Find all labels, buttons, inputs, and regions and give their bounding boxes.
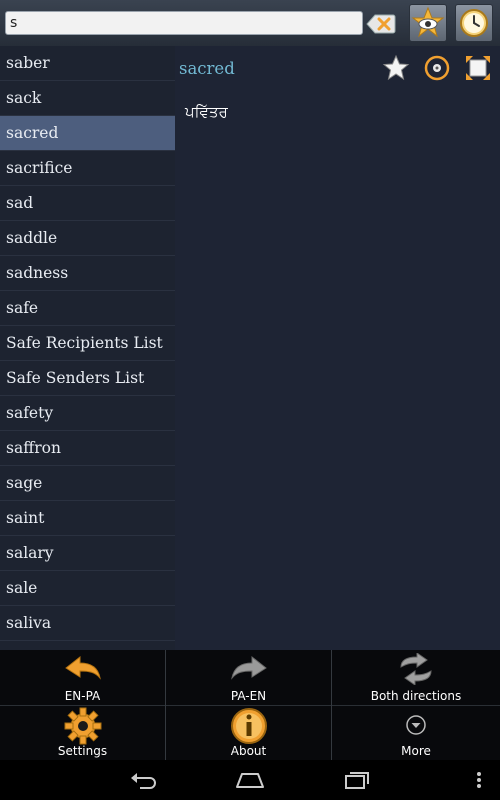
en-pa-label: EN-PA: [64, 689, 101, 703]
settings-button[interactable]: Settings: [0, 705, 166, 760]
gear-icon: [64, 707, 101, 745]
recent-apps-icon[interactable]: [342, 768, 372, 792]
list-item[interactable]: saint: [0, 501, 175, 536]
translation-text: ਪਵਿੱਤਰ: [185, 103, 228, 121]
both-directions-button[interactable]: Both directions: [332, 650, 500, 705]
search-input[interactable]: [5, 11, 363, 35]
star-icon[interactable]: [382, 54, 410, 86]
list-item[interactable]: sad: [0, 186, 175, 221]
clear-text-icon[interactable]: [366, 13, 396, 35]
speaker-icon[interactable]: [423, 54, 451, 86]
list-item[interactable]: salary: [0, 536, 175, 571]
list-item[interactable]: saddle: [0, 221, 175, 256]
list-item[interactable]: saber: [0, 46, 175, 81]
overflow-menu-icon[interactable]: [474, 768, 484, 792]
more-label: More: [401, 744, 431, 758]
history-clock-icon: [460, 9, 488, 37]
list-item[interactable]: salt: [0, 641, 175, 650]
list-item[interactable]: sadness: [0, 256, 175, 291]
list-item[interactable]: sale: [0, 571, 175, 606]
headword: sacred: [179, 59, 235, 78]
word-list: saber sack sacred sacrifice sad saddle s…: [0, 46, 175, 650]
list-item[interactable]: safe: [0, 291, 175, 326]
list-item[interactable]: sage: [0, 466, 175, 501]
list-item-selected[interactable]: sacred: [0, 116, 175, 151]
en-pa-button[interactable]: EN-PA: [0, 650, 166, 705]
settings-label: Settings: [57, 744, 108, 758]
list-item[interactable]: saffron: [0, 431, 175, 466]
pa-en-button[interactable]: PA-EN: [166, 650, 332, 705]
fullscreen-icon[interactable]: [464, 54, 492, 86]
favorites-eye-icon: [411, 6, 445, 38]
chevron-down-icon: [406, 715, 426, 735]
info-icon: [230, 708, 267, 744]
top-bar: [0, 0, 500, 46]
system-nav-bar: [0, 760, 500, 800]
home-icon[interactable]: [234, 768, 266, 792]
about-label: About: [230, 744, 267, 758]
about-button[interactable]: About: [166, 705, 332, 760]
list-item[interactable]: Safe Recipients List: [0, 326, 175, 361]
both-directions-label: Both directions: [370, 689, 462, 703]
list-item[interactable]: Safe Senders List: [0, 361, 175, 396]
arrow-left-icon: [64, 655, 101, 680]
favorites-button[interactable]: [409, 4, 447, 42]
list-item[interactable]: safety: [0, 396, 175, 431]
list-item[interactable]: sack: [0, 81, 175, 116]
more-button[interactable]: More: [332, 705, 500, 760]
list-item[interactable]: saliva: [0, 606, 175, 641]
back-icon[interactable]: [128, 768, 160, 792]
swap-arrows-icon: [400, 653, 432, 685]
detail-pane: sacred ਪਵਿੱਤਰ: [175, 46, 500, 650]
list-item[interactable]: sacrifice: [0, 151, 175, 186]
arrow-right-icon: [230, 655, 267, 680]
pa-en-label: PA-EN: [230, 689, 267, 703]
history-button[interactable]: [455, 4, 493, 42]
bottom-menu: EN-PA PA-EN Both directions Settings Abo…: [0, 650, 500, 760]
